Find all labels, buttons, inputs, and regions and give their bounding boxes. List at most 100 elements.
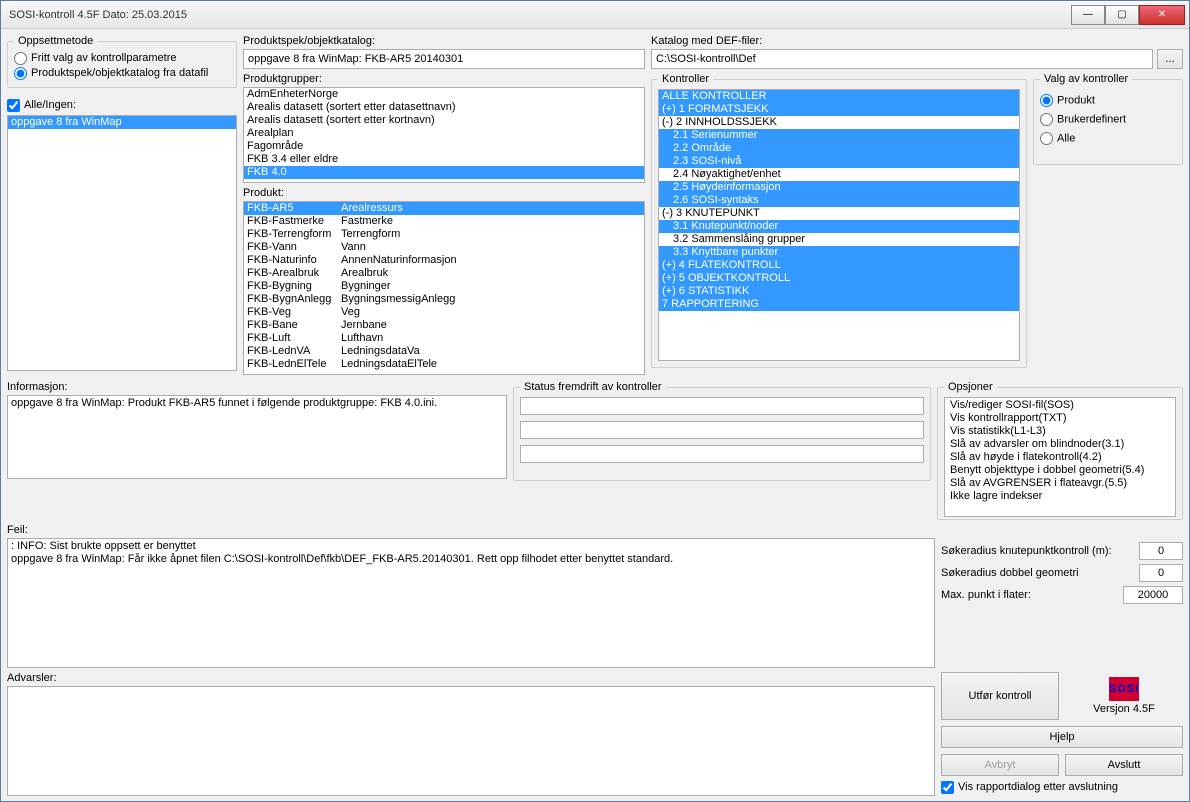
alle-ingen-checkbox[interactable]: Alle/Ingen: — [7, 99, 76, 111]
def-path-input[interactable] — [651, 49, 1153, 69]
radio-fritt-valg[interactable]: Fritt valg av kontrollparametre — [14, 52, 177, 64]
hjelp-button[interactable]: Hjelp — [941, 726, 1183, 748]
tree-item[interactable]: (+) 6 STATISTIKK — [659, 285, 1019, 298]
list-item[interactable]: FKB-NaturinfoAnnenNaturinformasjon — [244, 254, 644, 267]
tree-item[interactable]: 2.4 Nøyaktighet/enhet — [659, 168, 1019, 181]
list-item[interactable]: FKB-VegVeg — [244, 306, 644, 319]
opsjoner-legend: Opsjoner — [944, 381, 997, 393]
list-item[interactable]: Ikke lagre indekser — [947, 490, 1173, 503]
list-item[interactable]: FKB-BaneJernbane — [244, 319, 644, 332]
produkt-label: Produkt: — [243, 187, 645, 199]
list-item[interactable]: Arealis datasett (sortert etter kortnavn… — [244, 114, 644, 127]
status-legend: Status fremdrift av kontroller — [520, 381, 666, 393]
tree-item[interactable]: 2.3 SOSI-nivå — [659, 155, 1019, 168]
list-item[interactable]: oppgave 8 fra WinMap — [8, 116, 236, 129]
radio-brukerdefinert[interactable]: Brukerdefinert — [1040, 112, 1176, 127]
maximize-button[interactable]: ▢ — [1105, 5, 1139, 25]
sokeradius-dobbel-label: Søkeradius dobbel geometri — [941, 567, 1135, 579]
list-item[interactable]: Slå av advarsler om blindnoder(3.1) — [947, 438, 1173, 451]
advarsler-label: Advarsler: — [7, 672, 935, 684]
list-item[interactable]: Arealplan — [244, 127, 644, 140]
tree-item[interactable]: 2.2 Område — [659, 142, 1019, 155]
titlebar: SOSI-kontroll 4.5F Dato: 25.03.2015 — ▢ … — [1, 1, 1189, 29]
tree-item[interactable]: 7 RAPPORTERING — [659, 298, 1019, 311]
list-item[interactable]: AdmEnheterNorge — [244, 88, 644, 101]
kontroller-legend: Kontroller — [658, 73, 713, 85]
list-item[interactable]: FKB-FastmerkeFastmerke — [244, 215, 644, 228]
tree-item[interactable]: (+) 5 OBJEKTKONTROLL — [659, 272, 1019, 285]
oppsettmetode-legend: Oppsettmetode — [14, 35, 97, 47]
list-item[interactable]: FKB-LednElTeleLedningsdataElTele — [244, 358, 644, 371]
produktgrupper-listbox[interactable]: AdmEnheterNorgeArealis datasett (sortert… — [243, 87, 645, 183]
sokeradius-knutepunkt-label: Søkeradius knutepunktkontroll (m): — [941, 545, 1135, 557]
status-group: Status fremdrift av kontroller — [513, 381, 931, 481]
avbryt-button[interactable]: Avbryt — [941, 754, 1059, 776]
list-item[interactable]: FKB-VannVann — [244, 241, 644, 254]
list-item[interactable]: FKB-ArealbrukArealbruk — [244, 267, 644, 280]
tree-item[interactable]: (+) 4 FLATEKONTROLL — [659, 259, 1019, 272]
valg-kontroller-group: Valg av kontroller Produkt Brukerdefiner… — [1033, 73, 1183, 165]
tree-item[interactable]: (+) 1 FORMATSJEKK — [659, 103, 1019, 116]
list-item[interactable]: FKB 4.0 — [244, 166, 644, 179]
list-item[interactable]: Fagområde — [244, 140, 644, 153]
list-item[interactable]: Slå av høyde i flatekontroll(4.2) — [947, 451, 1173, 464]
app-window: SOSI-kontroll 4.5F Dato: 25.03.2015 — ▢ … — [0, 0, 1190, 802]
logo-area: SOSI Versjon 4.5F — [1065, 672, 1183, 720]
vis-rapportdialog-checkbox[interactable]: Vis rapportdialog etter avslutning — [941, 781, 1118, 793]
list-item[interactable]: FKB 3.4 eller eldre — [244, 153, 644, 166]
list-item[interactable]: FKB-BygningBygninger — [244, 280, 644, 293]
list-item[interactable]: FKB-LednVALedningsdataVa — [244, 345, 644, 358]
list-item[interactable]: Vis statistikk(L1-L3) — [947, 425, 1173, 438]
list-item[interactable]: FKB-AR5Arealressurs — [244, 202, 644, 215]
list-item[interactable]: FKB-BygnAnleggBygningsmessigAnlegg — [244, 293, 644, 306]
list-item[interactable]: FKB-TerrengformTerrengform — [244, 228, 644, 241]
tree-item[interactable]: 2.1 Serienummer — [659, 129, 1019, 142]
version-label: Versjon 4.5F — [1093, 703, 1155, 715]
produktgrupper-label: Produktgrupper: — [243, 73, 645, 85]
list-item[interactable]: FKB-LuftLufthavn — [244, 332, 644, 345]
opsjoner-group: Opsjoner Vis/rediger SOSI-fil(SOS)Vis ko… — [937, 381, 1183, 520]
max-punkt-input[interactable] — [1123, 586, 1183, 604]
def-label: Katalog med DEF-filer: — [651, 35, 1183, 47]
browse-button[interactable]: ... — [1157, 49, 1183, 69]
opsjoner-listbox[interactable]: Vis/rediger SOSI-fil(SOS)Vis kontrollrap… — [944, 397, 1176, 517]
tree-item[interactable]: (-) 3 KNUTEPUNKT — [659, 207, 1019, 220]
tree-item[interactable]: 2.6 SOSI-syntaks — [659, 194, 1019, 207]
list-item[interactable]: Benytt objekttype i dobbel geometri(5.4) — [947, 464, 1173, 477]
tree-item[interactable]: 3.1 Knutepunkt/noder — [659, 220, 1019, 233]
avslutt-button[interactable]: Avslutt — [1065, 754, 1183, 776]
tree-item[interactable]: (-) 2 INNHOLDSSJEKK — [659, 116, 1019, 129]
minimize-button[interactable]: — — [1071, 5, 1105, 25]
tree-item[interactable]: ALLE KONTROLLER — [659, 90, 1019, 103]
utfor-kontroll-button[interactable]: Utfør kontroll — [941, 672, 1059, 720]
sokeradius-dobbel-input[interactable] — [1139, 564, 1183, 582]
radio-alle[interactable]: Alle — [1040, 131, 1176, 146]
radio-produkt[interactable]: Produkt — [1040, 93, 1176, 108]
feil-box: : INFO: Sist brukte oppsett er benyttet … — [7, 538, 935, 668]
list-item[interactable]: Arealis datasett (sortert etter datasett… — [244, 101, 644, 114]
window-title: SOSI-kontroll 4.5F Dato: 25.03.2015 — [9, 9, 1071, 21]
kontroller-tree[interactable]: ALLE KONTROLLER(+) 1 FORMATSJEKK(-) 2 IN… — [658, 89, 1020, 361]
sokeradius-knutepunkt-input[interactable] — [1139, 542, 1183, 560]
progress-bar-3 — [520, 445, 924, 463]
list-item[interactable]: Slå av AVGRENSER i flateavgr.(5.5) — [947, 477, 1173, 490]
produktspek-input[interactable] — [243, 49, 645, 69]
progress-bar-2 — [520, 421, 924, 439]
radio-produktspek[interactable]: Produktspek/objektkatalog fra datafil — [14, 67, 208, 79]
progress-bar-1 — [520, 397, 924, 415]
sosi-logo-icon: SOSI — [1109, 677, 1139, 701]
informasjon-box: oppgave 8 fra WinMap: Produkt FKB-AR5 fu… — [7, 395, 507, 479]
produkt-listbox[interactable]: FKB-AR5ArealressursFKB-FastmerkeFastmerk… — [243, 201, 645, 375]
advarsler-box — [7, 686, 935, 796]
tree-item[interactable]: 3.3 Knyttbare punkter — [659, 246, 1019, 259]
list-item[interactable]: Vis kontrollrapport(TXT) — [947, 412, 1173, 425]
max-punkt-label: Max. punkt i flater: — [941, 589, 1119, 601]
close-button[interactable]: ✕ — [1139, 5, 1185, 25]
informasjon-label: Informasjon: — [7, 381, 507, 393]
tree-item[interactable]: 2.5 Høydeinformasjon — [659, 181, 1019, 194]
feil-label: Feil: — [7, 524, 935, 536]
oppsettmetode-group: Oppsettmetode Fritt valg av kontrollpara… — [7, 35, 237, 88]
tree-item[interactable]: 3.2 Sammenslåing grupper — [659, 233, 1019, 246]
files-listbox[interactable]: oppgave 8 fra WinMap — [7, 115, 237, 371]
list-item[interactable]: Vis/rediger SOSI-fil(SOS) — [947, 399, 1173, 412]
